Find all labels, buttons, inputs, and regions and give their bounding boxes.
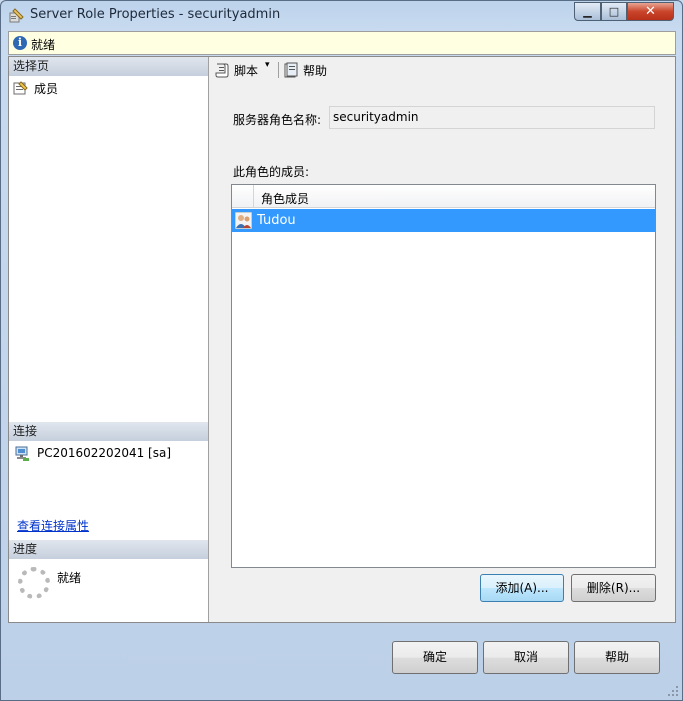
progress-header: 进度 xyxy=(9,540,208,559)
resize-grip-icon[interactable] xyxy=(667,685,679,697)
script-dropdown-caret-icon[interactable]: ▾ xyxy=(265,60,270,70)
script-icon xyxy=(215,63,229,78)
member-name: Tudou xyxy=(257,213,296,228)
table-row[interactable]: Tudou xyxy=(232,209,655,232)
script-button[interactable]: 脚本 xyxy=(214,61,264,80)
connection-header: 连接 xyxy=(9,422,208,441)
select-page-header: 选择页 xyxy=(9,57,208,76)
help-book-icon xyxy=(284,62,298,78)
dialog-content: 选择页 成员 连接 PC201602202041 [sa] 查看连接属性 进度 … xyxy=(8,56,676,623)
grid-header: 角色成员 xyxy=(232,185,655,208)
minimize-button[interactable]: ▁ xyxy=(574,2,601,21)
server-connection-icon xyxy=(15,446,29,461)
server-role-properties-window: Server Role Properties - securityadmin ▁… xyxy=(0,0,683,701)
left-pane: 选择页 成员 连接 PC201602202041 [sa] 查看连接属性 进度 … xyxy=(9,57,209,622)
toolbar: 脚本 ▾ 帮助 xyxy=(210,57,676,83)
toolbar-help-label: 帮助 xyxy=(303,64,328,78)
add-member-button[interactable]: 添加(A)... xyxy=(480,574,564,602)
maximize-button[interactable]: □ xyxy=(601,2,627,21)
remove-member-button[interactable]: 删除(R)... xyxy=(571,574,656,602)
connection-label: PC201602202041 [sa] xyxy=(37,446,172,460)
info-status-text: 就绪 xyxy=(31,38,56,52)
script-label: 脚本 xyxy=(234,64,259,78)
page-properties-icon xyxy=(13,81,28,95)
close-icon: ✕ xyxy=(645,4,656,19)
role-name-label: 服务器角色名称: xyxy=(233,113,322,127)
right-pane: 脚本 ▾ 帮助 服务器角色名称: securityadmin 此角色的成员: 角… xyxy=(210,57,676,622)
info-icon: i xyxy=(13,36,27,50)
cancel-button[interactable]: 取消 xyxy=(483,641,569,674)
role-members-label: 此角色的成员: xyxy=(233,165,310,179)
toolbar-help-button[interactable]: 帮助 xyxy=(283,61,329,80)
progress-spinner-icon xyxy=(18,567,50,599)
view-connection-properties-link[interactable]: 查看连接属性 xyxy=(17,517,89,534)
page-item-label: 成员 xyxy=(34,82,59,96)
minimize-icon: ▁ xyxy=(583,5,592,18)
title-bar[interactable]: Server Role Properties - securityadmin ▁… xyxy=(1,1,682,30)
status-info-bar: i 就绪 xyxy=(8,31,676,55)
progress-status: 就绪 xyxy=(57,571,82,585)
toolbar-divider xyxy=(278,62,279,78)
user-icon xyxy=(235,212,252,229)
column-header-role-members[interactable]: 角色成员 xyxy=(261,190,309,207)
ok-button[interactable]: 确定 xyxy=(392,641,478,674)
close-button[interactable]: ✕ xyxy=(627,2,674,21)
window-title: Server Role Properties - securityadmin xyxy=(30,7,281,22)
role-members-grid[interactable]: 角色成员 Tudou xyxy=(231,184,656,568)
help-button[interactable]: 帮助 xyxy=(574,641,660,674)
server-role-app-icon xyxy=(9,8,24,23)
maximize-icon: □ xyxy=(608,5,620,18)
grid-select-column xyxy=(232,185,254,207)
role-name-field: securityadmin xyxy=(329,106,655,129)
